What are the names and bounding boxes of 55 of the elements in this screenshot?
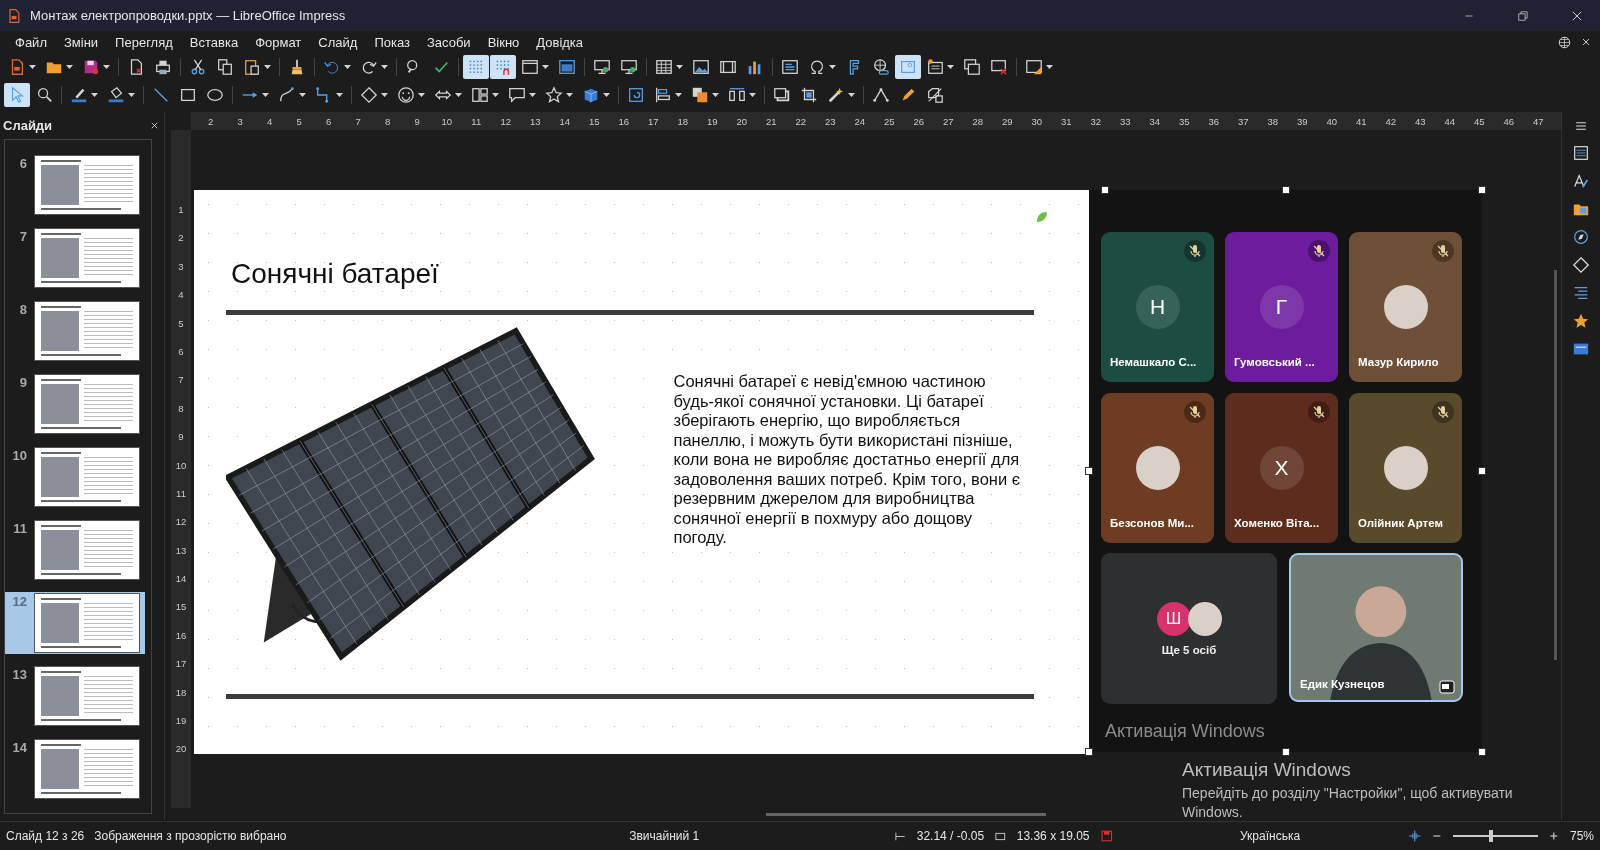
vertical-ruler: 1 2 3 4 5 6 7 8 9 10 11 12 13 14 15 16 17 18 19 20	[171, 130, 191, 808]
participant-name: Мазур Кирило	[1358, 356, 1439, 368]
activation-watermark-title: Активація Windows	[1182, 759, 1351, 781]
slide-item[interactable]: 14	[5, 738, 145, 800]
slide-number: 8	[18, 302, 27, 317]
slide-item[interactable]: 11	[5, 519, 145, 581]
slide-item[interactable]: 7	[5, 227, 145, 289]
zoom-percentage[interactable]: 75%	[1570, 829, 1594, 843]
more-participants-label: Ще 5 осіб	[1161, 643, 1217, 656]
activation-watermark-message: Перейдіть до розділу "Настройки", щоб активувати Windows.	[1182, 784, 1514, 822]
size-readout: 13.36 x 19.05	[1016, 829, 1090, 843]
slide-number: 12	[11, 594, 27, 609]
slide-number: 13	[11, 667, 27, 682]
slide-item[interactable]: 6	[5, 154, 145, 216]
menu-item[interactable]: Формат	[248, 32, 309, 52]
activation-watermark: Активація Windows	[1105, 721, 1265, 742]
language-status[interactable]: Українська	[1240, 829, 1301, 843]
slide-item[interactable]: 8	[5, 300, 145, 362]
position-readout: 32.14 / -0.05	[916, 829, 985, 843]
slide-layout-name: Звичайний 1	[629, 829, 700, 843]
window-title: Монтаж електропроводки.pptx — LibreOffice Impress	[30, 8, 347, 23]
slide-number: 10	[11, 448, 27, 463]
panel-title: Слайди	[3, 118, 53, 133]
participant-name: Олійник Артем	[1358, 517, 1443, 529]
participant-name: Безсонов Ми...	[1110, 517, 1194, 529]
menu-item[interactable]: Показ	[367, 32, 417, 52]
horizontal-ruler: 2 3 4 5 6 7 8 9 10 11 12 13 14 15 16 17 18 19 20 21 22 23 24 25 26 27 28 29 30 31 32 33 34 35 36 37 38 39 40 41 42 43 44 45 46 47	[191, 112, 1561, 130]
slide-paragraph: Сонячні батареї є невід'ємною частиною будь-якої сонячної установки. Ці батареї зберігають енергію, що виробляється панеллю, і можуть бути використані пізніше, коли вона не виробляє достатньо енергії для задоволення ваших потреб. Крім того, вони є резервним джерелом для виробництва сонячної енергії в похмуру або дощову погоду.	[673, 372, 1022, 548]
slide-number: 7	[18, 229, 27, 244]
participant-name: Едик Кузнецов	[1300, 678, 1385, 690]
menu-item[interactable]: Зміни	[56, 32, 106, 52]
participant-name: Хоменко Віта...	[1234, 517, 1320, 529]
slide-number: 14	[11, 740, 27, 755]
slide-item[interactable]: 13	[5, 665, 145, 727]
slide-number: 11	[12, 521, 27, 536]
menu-item[interactable]: Засоби	[419, 32, 478, 52]
menu-item[interactable]: Слайд	[311, 32, 365, 52]
participant-name: Немашкало С...	[1110, 356, 1197, 368]
slide-number: 9	[18, 375, 27, 390]
avatar: Ш	[1156, 601, 1191, 636]
avatar: Н	[1135, 285, 1180, 329]
menu-item[interactable]: Файл	[8, 32, 54, 52]
slide-counter: Слайд 12 з 26	[6, 829, 85, 843]
selection-status: Зображення з прозорістю вибрано	[94, 829, 287, 843]
menu-item[interactable]: Вставка	[182, 32, 246, 52]
slide-title: Сонячні батареї	[231, 257, 439, 291]
slide-item[interactable]: 10	[5, 446, 145, 508]
avatar: Г	[1259, 285, 1304, 329]
menu-item[interactable]: Довідка	[529, 32, 591, 52]
participant-name: Гумовський ...	[1234, 356, 1315, 368]
menu-item[interactable]: Вікно	[480, 32, 527, 52]
menu-item[interactable]: Перегляд	[108, 32, 180, 52]
avatar: Х	[1259, 446, 1304, 490]
slide-item[interactable]: 9	[5, 373, 145, 435]
slide-number: 6	[18, 156, 27, 171]
